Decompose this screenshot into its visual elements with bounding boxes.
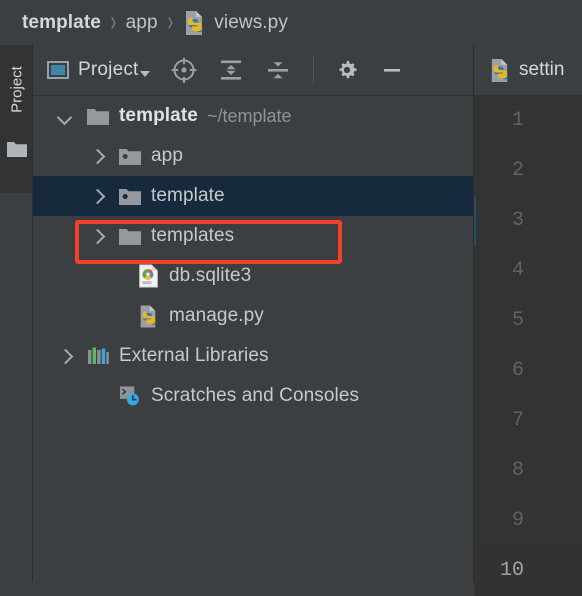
tree-row-label: template xyxy=(151,185,225,206)
line-number: 2 xyxy=(511,159,524,182)
folder-icon xyxy=(7,140,27,162)
breadcrumb: template › app › views.py xyxy=(0,0,582,45)
sqlite-file-icon xyxy=(137,264,159,288)
folder-icon xyxy=(119,225,141,247)
tree-row-templates[interactable]: templates xyxy=(33,216,473,256)
line-number: 9 xyxy=(511,509,524,532)
python-file-icon xyxy=(182,10,206,36)
tree-row-label: db.sqlite3 xyxy=(169,265,252,286)
module-folder-icon xyxy=(119,145,141,167)
collapse-all-icon[interactable] xyxy=(265,57,291,83)
project-tree[interactable]: template ~/template app template templat… xyxy=(33,96,473,582)
python-file-icon xyxy=(137,305,159,327)
gutter-line: 6 xyxy=(474,346,582,396)
chevron-down-icon[interactable] xyxy=(139,70,150,77)
gutter-line: 5 xyxy=(474,296,582,346)
tree-row-manage-py[interactable]: manage.py xyxy=(33,296,473,336)
line-number: 8 xyxy=(511,459,524,482)
tree-row-template-module[interactable]: template xyxy=(33,176,473,216)
project-view-selector[interactable]: Project xyxy=(47,59,150,81)
line-number: 7 xyxy=(511,409,524,432)
line-number: 4 xyxy=(511,259,524,282)
project-view-label: Project xyxy=(78,59,139,80)
breadcrumb-item-template[interactable]: template xyxy=(22,12,101,34)
tree-row-db-sqlite3[interactable]: db.sqlite3 xyxy=(33,256,473,296)
gutter-line: 3 xyxy=(474,196,582,246)
line-number: 1 xyxy=(511,109,524,132)
chevron-right-icon[interactable] xyxy=(89,148,105,164)
tree-row-path: ~/template xyxy=(206,105,292,126)
gutter-line: 7 xyxy=(474,396,582,446)
chevron-right-icon[interactable] xyxy=(89,228,105,244)
scratches-consoles-icon xyxy=(119,385,141,407)
tree-row-scratches-consoles[interactable]: Scratches and Consoles xyxy=(33,376,473,416)
chevron-down-icon[interactable] xyxy=(57,108,73,124)
project-panel-toolbar: Project xyxy=(33,45,473,95)
tree-row-label: Scratches and Consoles xyxy=(151,385,360,406)
gutter-line: 1 xyxy=(474,96,582,146)
gutter-line: 4 xyxy=(474,246,582,296)
left-strip-filler xyxy=(0,193,32,582)
folder-icon xyxy=(87,105,109,127)
breadcrumb-item-app[interactable]: app xyxy=(126,12,158,34)
editor-tab-label[interactable]: settin xyxy=(519,59,564,81)
hide-panel-icon[interactable] xyxy=(380,58,404,82)
line-number: 6 xyxy=(511,359,524,382)
settings-gear-icon[interactable] xyxy=(335,58,359,82)
tree-row-label: templates xyxy=(151,225,235,246)
select-opened-file-icon[interactable] xyxy=(171,57,197,83)
toolbar-divider xyxy=(312,57,314,83)
breadcrumb-separator: › xyxy=(110,5,117,38)
editor-gutter: 1 2 3 4 5 6 7 8 9 10 xyxy=(474,96,582,596)
breadcrumb-separator: › xyxy=(167,5,173,38)
chevron-right-icon[interactable] xyxy=(89,188,105,204)
editor-tabbar: settin xyxy=(474,45,582,95)
breadcrumb-item-views[interactable]: views.py xyxy=(214,12,288,34)
tree-row-label: External Libraries xyxy=(119,345,269,366)
gutter-line: 8 xyxy=(474,446,582,496)
left-tool-strip[interactable]: Project xyxy=(0,45,32,193)
gutter-line: 2 xyxy=(474,146,582,196)
line-number: 3 xyxy=(511,209,524,232)
chevron-right-icon[interactable] xyxy=(57,348,73,364)
tool-strip-label-project[interactable]: Project xyxy=(9,45,26,135)
module-folder-icon xyxy=(119,185,141,207)
python-file-icon xyxy=(488,58,511,83)
line-number: 5 xyxy=(511,309,524,332)
tree-row-label: template xyxy=(119,105,198,126)
tree-row-template-root[interactable]: template ~/template xyxy=(33,96,473,136)
line-number: 10 xyxy=(499,559,524,582)
gutter-line-current: 10 xyxy=(474,546,582,596)
expand-all-icon[interactable] xyxy=(218,57,244,83)
project-view-icon xyxy=(47,61,69,79)
ide-window: template › app › views.py Project Projec… xyxy=(0,0,582,596)
gutter-line: 9 xyxy=(474,496,582,546)
selection-caret-bar xyxy=(474,196,476,246)
tree-row-app[interactable]: app xyxy=(33,136,473,176)
tree-row-external-libraries[interactable]: External Libraries xyxy=(33,336,473,376)
tree-row-label: app xyxy=(151,145,184,166)
tree-row-label: manage.py xyxy=(169,305,264,326)
external-libraries-icon xyxy=(87,345,109,367)
